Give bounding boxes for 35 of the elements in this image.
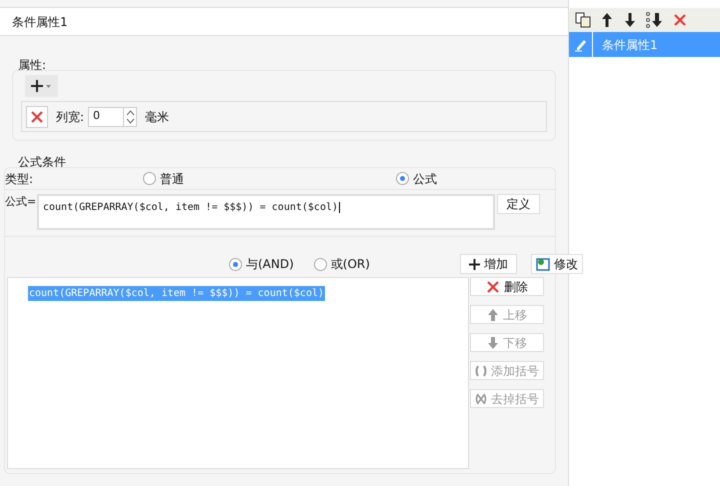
plus-icon	[468, 258, 480, 270]
arrow-down-icon[interactable]	[623, 12, 637, 28]
formula-field[interactable]: count(GREPARRAY($col, item != $$$)) = count($col)	[37, 194, 495, 230]
define-button[interactable]: 定义	[497, 194, 540, 214]
arrow-up-icon	[487, 308, 499, 322]
type-label: 类型:	[5, 170, 34, 188]
spin-arrows-icon	[126, 108, 135, 124]
arrow-up-icon[interactable]	[600, 12, 614, 28]
width-label: 列宽:	[56, 108, 84, 126]
formula-label: 公式=	[5, 194, 35, 210]
close-icon	[30, 110, 44, 124]
unit-label: 毫米	[145, 108, 170, 126]
brackets-icon	[475, 364, 487, 376]
delete-button[interactable]	[26, 106, 48, 128]
move-bottom-icon[interactable]	[646, 12, 664, 28]
delete-icon	[486, 280, 500, 294]
section-label: 属性:	[18, 57, 48, 74]
radio-button[interactable]: 普通	[143, 170, 396, 188]
delete-icon	[673, 13, 687, 27]
width-spinner[interactable]: 0	[88, 106, 138, 126]
arrow-down-icon	[487, 336, 499, 350]
section-label: 公式条件	[18, 154, 67, 171]
plus-icon	[30, 79, 54, 93]
modify-button[interactable]: 修改	[530, 254, 583, 274]
brackets-cross-icon	[475, 392, 487, 404]
add-condition-button[interactable]: 增加	[460, 254, 517, 274]
action-button[interactable]: 删除	[470, 277, 544, 296]
window-title: 条件属性1	[12, 14, 68, 30]
radio-button[interactable]: 与(AND)	[229, 255, 294, 273]
add-button[interactable]	[25, 75, 58, 97]
radio-button[interactable]: 公式	[396, 170, 649, 188]
item-label: 条件属性1	[602, 36, 658, 54]
radio-button[interactable]: 或(OR)	[314, 255, 370, 273]
pencil-icon	[574, 38, 588, 52]
copy-icon[interactable]	[575, 12, 591, 28]
